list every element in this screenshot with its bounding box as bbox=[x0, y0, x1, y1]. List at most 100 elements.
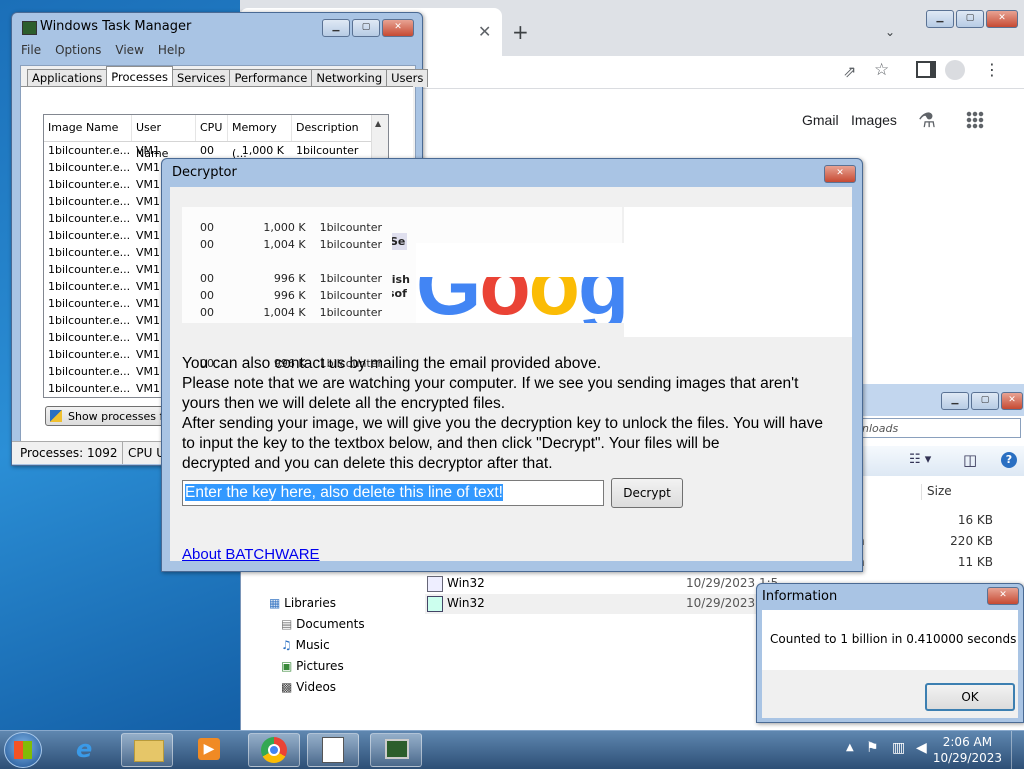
taskbar-chrome[interactable] bbox=[248, 733, 300, 767]
volume-muted-icon[interactable]: ◀ bbox=[916, 740, 927, 756]
cell-mem: 1,000 K bbox=[241, 144, 284, 157]
new-tab-icon[interactable]: + bbox=[512, 20, 529, 44]
tab-performance[interactable]: Performance bbox=[229, 69, 313, 87]
decryption-key-input[interactable]: Enter the key here, also delete this lin… bbox=[182, 480, 604, 506]
share-icon[interactable]: ⇗ bbox=[843, 62, 856, 81]
maximize-icon[interactable]: ▢ bbox=[352, 19, 380, 37]
cell-name: 1bilcounter.e... bbox=[48, 297, 131, 310]
close-icon[interactable]: ✕ bbox=[824, 165, 856, 183]
status-cpu: CPU U bbox=[122, 442, 165, 464]
column-user-name[interactable]: User Name bbox=[132, 115, 196, 160]
dialog-title: Information bbox=[762, 589, 838, 604]
taskbar-explorer[interactable] bbox=[121, 733, 173, 767]
column-memory[interactable]: Memory (... bbox=[228, 115, 292, 160]
chrome-caption-buttons: ▁ ▢ ✕ bbox=[926, 10, 1018, 28]
nav-videos[interactable]: ▩ Videos bbox=[281, 680, 336, 694]
column-cpu[interactable]: CPU bbox=[196, 115, 228, 141]
cell-name: 1bilcounter.e... bbox=[48, 382, 131, 395]
caption-buttons: ✕ bbox=[824, 165, 856, 183]
nav-label: Documents bbox=[296, 617, 365, 631]
menu-file[interactable]: File bbox=[21, 43, 41, 57]
tab-networking[interactable]: Networking bbox=[311, 69, 388, 87]
taskbar-ie[interactable]: e bbox=[62, 733, 114, 767]
show-hidden-icons[interactable]: ▲ bbox=[846, 742, 854, 753]
cell-name: 1bilcounter.e... bbox=[48, 178, 131, 191]
close-icon[interactable]: ✕ bbox=[986, 10, 1018, 28]
decrypt-button[interactable]: Decrypt bbox=[611, 478, 683, 508]
window-title: Decryptor bbox=[172, 165, 237, 180]
about-batchware-link[interactable]: About BATCHWARE bbox=[182, 546, 320, 563]
batch-file-icon bbox=[427, 576, 443, 592]
residual-logo-tail: Google bbox=[416, 277, 626, 323]
gmail-link[interactable]: Gmail bbox=[802, 112, 839, 128]
apps-grid-icon[interactable] bbox=[966, 111, 984, 129]
nav-libraries[interactable]: ▦ Libraries bbox=[269, 596, 336, 610]
chrome-menu-icon[interactable]: ⋮ bbox=[984, 60, 1000, 79]
tab-search-chevron-icon[interactable]: ⌄ bbox=[885, 25, 895, 39]
clock-time: 2:06 AM bbox=[942, 735, 993, 749]
close-icon[interactable]: ✕ bbox=[1001, 392, 1023, 410]
tab-applications[interactable]: Applications bbox=[27, 69, 108, 87]
table-row[interactable]: 1bilcounter.e... VM1 00 1,000 K 1bilcounter bbox=[44, 142, 388, 159]
profile-avatar-icon[interactable] bbox=[945, 60, 965, 80]
view-options-icon[interactable]: ☷ ▾ bbox=[909, 452, 931, 467]
network-icon[interactable]: ▥ bbox=[892, 740, 905, 756]
nav-label: Videos bbox=[296, 680, 337, 694]
scroll-up-icon[interactable]: ▲ bbox=[375, 119, 381, 128]
column-description[interactable]: Description bbox=[292, 115, 372, 141]
cell-name: 1bilcounter.e... bbox=[48, 212, 131, 225]
preview-pane-icon[interactable]: ◫ bbox=[963, 451, 977, 469]
cell-name: 1bilcounter.e... bbox=[48, 161, 131, 174]
labs-flask-icon[interactable]: ⚗ bbox=[918, 108, 936, 132]
nav-music[interactable]: ♫ Music bbox=[281, 638, 330, 652]
taskbar: e ▶ ▲ ⚑ ▥ ◀ 2:06 AM 10/29/2023 bbox=[0, 730, 1024, 769]
folder-icon bbox=[134, 740, 164, 762]
minimize-icon[interactable]: ▁ bbox=[926, 10, 954, 28]
taskbar-task-manager[interactable] bbox=[370, 733, 422, 767]
close-icon[interactable]: ✕ bbox=[987, 587, 1019, 605]
ok-button[interactable]: OK bbox=[925, 683, 1015, 711]
minimize-icon[interactable]: ▁ bbox=[941, 392, 969, 410]
menu-options[interactable]: Options bbox=[55, 43, 101, 57]
pictures-icon: ▣ bbox=[281, 659, 293, 673]
taskbar-clock[interactable]: 2:06 AM 10/29/2023 bbox=[933, 734, 1002, 766]
bookmark-star-icon[interactable]: ☆ bbox=[874, 60, 889, 80]
action-center-flag-icon[interactable]: ⚑ bbox=[866, 740, 879, 756]
side-panel-icon[interactable] bbox=[916, 61, 936, 78]
cell-name: 1bilcounter.e... bbox=[48, 314, 131, 327]
cell-name: 1bilcounter.e... bbox=[48, 280, 131, 293]
cell-name: 1bilcounter.e... bbox=[48, 348, 131, 361]
music-icon: ♫ bbox=[281, 638, 292, 652]
show-desktop-button[interactable] bbox=[1011, 731, 1024, 769]
decryptor-window: Decryptor ✕ 00 1,000 K 1bilcounter 00 1,004… bbox=[161, 158, 863, 572]
menu-view[interactable]: View bbox=[115, 43, 143, 57]
tab-close-icon[interactable]: ✕ bbox=[478, 22, 491, 41]
size-column-header[interactable]: Size bbox=[921, 484, 1024, 500]
show-all-processes-button[interactable]: Show processes fro bbox=[45, 406, 165, 426]
tab-users[interactable]: Users bbox=[386, 69, 429, 87]
nav-documents[interactable]: ▤ Documents bbox=[281, 617, 365, 631]
menu-help[interactable]: Help bbox=[158, 43, 185, 57]
address-bar[interactable]: nloads bbox=[857, 418, 1021, 438]
taskbar-media-player[interactable]: ▶ bbox=[184, 733, 236, 767]
maximize-icon[interactable]: ▢ bbox=[956, 10, 984, 28]
caption-buttons: ▁ ▢ ✕ bbox=[322, 19, 414, 37]
cell-cpu: 00 bbox=[200, 144, 214, 157]
start-button[interactable] bbox=[4, 732, 42, 768]
cell-user: VM1 bbox=[136, 144, 161, 157]
maximize-icon[interactable]: ▢ bbox=[971, 392, 999, 410]
images-link[interactable]: Images bbox=[851, 112, 897, 128]
column-image-name[interactable]: Image Name bbox=[44, 115, 132, 141]
taskbar-decryptor[interactable] bbox=[307, 733, 359, 767]
nav-pictures[interactable]: ▣ Pictures bbox=[281, 659, 344, 673]
close-icon[interactable]: ✕ bbox=[382, 19, 414, 37]
file-size: 11 KB bbox=[957, 555, 993, 569]
tab-services[interactable]: Services bbox=[171, 69, 231, 87]
help-icon[interactable]: ? bbox=[1001, 452, 1017, 468]
key-input-text: Enter the key here, also delete this lin… bbox=[185, 484, 503, 501]
cell-name: 1bilcounter.e... bbox=[48, 229, 131, 242]
tab-processes[interactable]: Processes bbox=[106, 66, 173, 87]
residual-text: lish bbox=[392, 273, 410, 286]
minimize-icon[interactable]: ▁ bbox=[322, 19, 350, 37]
cell-name: 1bilcounter.e... bbox=[48, 263, 131, 276]
